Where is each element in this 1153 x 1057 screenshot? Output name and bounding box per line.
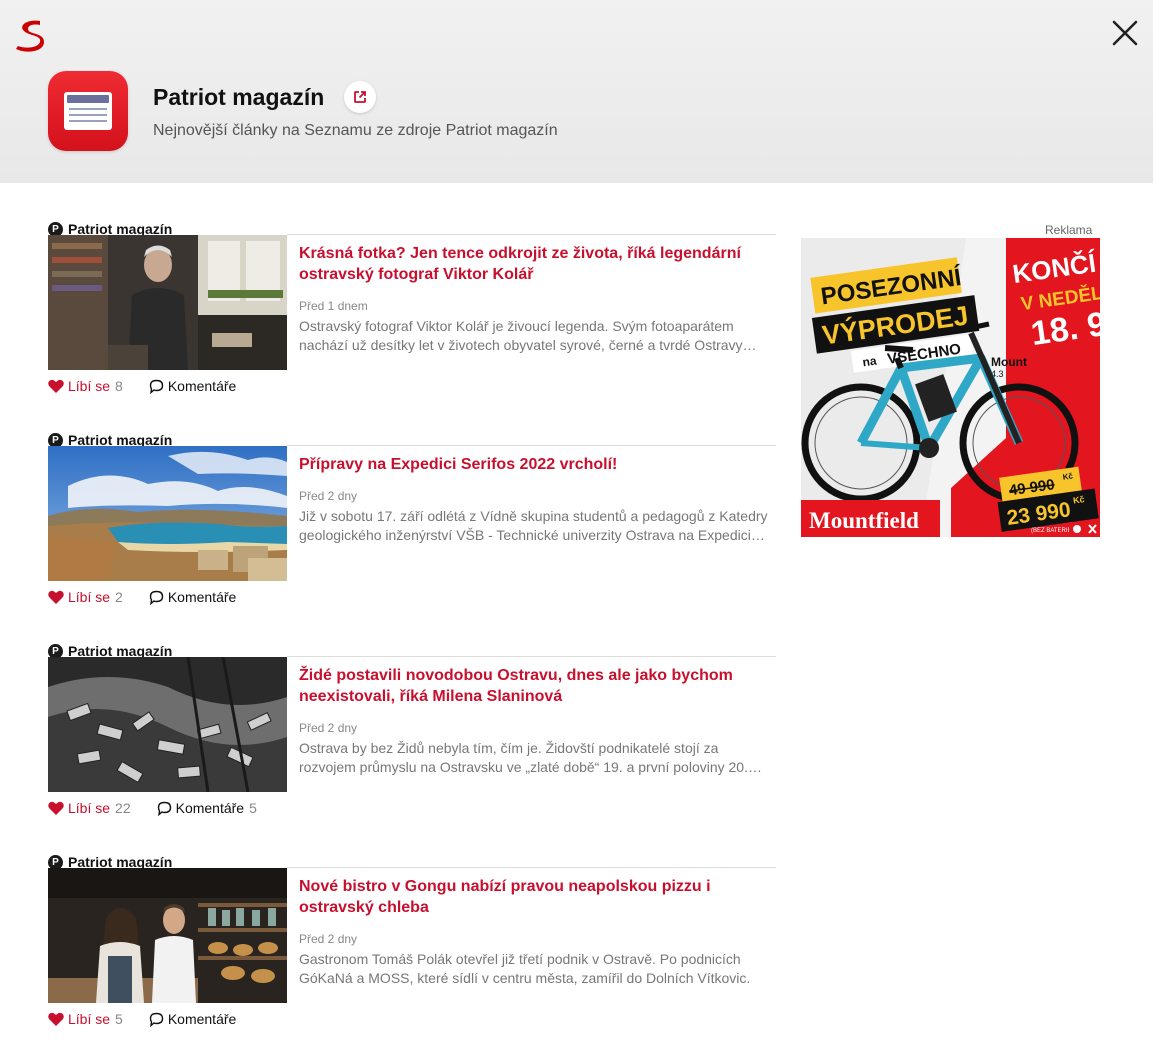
like-label: Líbí se <box>68 589 111 605</box>
article-title[interactable]: Židé postavili novodobou Ostravu, dnes a… <box>299 665 769 707</box>
article-card: P Patriot magazín Krásná fotka? Jen tenc… <box>48 221 776 411</box>
divider <box>287 656 776 657</box>
heart-icon <box>48 590 64 604</box>
ad-model: Mount <box>991 355 1027 369</box>
ad-na: na <box>862 353 878 369</box>
ad-note: (BEZ BATERIE) <box>1031 528 1074 534</box>
article-thumbnail[interactable] <box>48 868 287 1003</box>
like-label: Líbí se <box>68 378 111 394</box>
comment-icon <box>157 801 171 816</box>
divider <box>287 445 776 446</box>
comments-button[interactable]: Komentáře <box>149 378 241 394</box>
article-description[interactable]: Ostravský fotograf Viktor Kolář je živou… <box>299 317 771 355</box>
like-button[interactable]: Líbí se 2 <box>48 589 123 605</box>
ad-label: Reklama <box>1045 223 1093 237</box>
external-link-icon <box>354 91 366 103</box>
like-count: 2 <box>115 589 123 605</box>
like-label: Líbí se <box>68 800 111 816</box>
article-time: Před 2 dny <box>299 932 358 946</box>
like-count: 22 <box>115 800 131 816</box>
article-actions: Líbí se 22 Komentáře 5 <box>48 799 257 817</box>
article-time: Před 2 dny <box>299 721 358 735</box>
article-card: P Patriot magazín Nové bistro v Gongu na… <box>48 854 776 1044</box>
source-app-icon <box>48 71 128 151</box>
page-subtitle: Nejnovější články na Seznamu ze zdroje P… <box>153 122 558 139</box>
like-button[interactable]: Líbí se 22 <box>48 800 131 816</box>
article-thumbnail[interactable] <box>48 657 287 792</box>
comments-label: Komentáře <box>167 589 237 605</box>
seznam-logo-icon[interactable] <box>14 18 48 54</box>
article-description[interactable]: Gastronom Tomáš Polák otevřel již třetí … <box>299 950 771 988</box>
article-card: P Patriot magazín Židé postavili novodob <box>48 643 776 833</box>
ad-new-currency: Kč <box>1072 494 1085 506</box>
like-button[interactable]: Líbí se 8 <box>48 378 123 394</box>
comment-icon <box>149 1012 164 1027</box>
comment-icon <box>149 590 164 605</box>
like-count: 8 <box>115 378 123 394</box>
advertisement-banner[interactable]: POSEZONNÍ VÝPRODEJ na VŠECHNO KONČÍ V NE… <box>801 238 1100 537</box>
comments-button[interactable]: Komentáře 5 <box>157 800 257 816</box>
article-title[interactable]: Přípravy na Expedici Serifos 2022 vrchol… <box>299 454 769 475</box>
heart-icon <box>48 1012 64 1026</box>
page-title: Patriot magazín <box>153 84 325 110</box>
close-icon[interactable] <box>1108 16 1142 50</box>
article-actions: Líbí se 8 Komentáře <box>48 377 241 395</box>
divider <box>287 867 776 868</box>
like-button[interactable]: Líbí se 5 <box>48 1011 123 1027</box>
article-title[interactable]: Nové bistro v Gongu nabízí pravou neapol… <box>299 876 769 918</box>
heart-icon <box>48 379 64 393</box>
comments-label: Komentáře <box>167 378 237 394</box>
article-card: P Patriot magazín Přípravy na Expedici S… <box>48 432 776 622</box>
heart-icon <box>48 801 64 815</box>
comments-button[interactable]: Komentáře <box>149 1011 241 1027</box>
article-description[interactable]: Ostrava by bez Židů nebyla tím, čím je. … <box>299 739 771 777</box>
divider <box>287 234 776 235</box>
external-link-button[interactable] <box>344 81 376 113</box>
comments-label: Komentáře <box>167 1011 237 1027</box>
article-actions: Líbí se 5 Komentáře <box>48 1010 241 1028</box>
like-label: Líbí se <box>68 1011 111 1027</box>
source-header: Patriot magazín Nejnovější články na Sez… <box>0 0 1153 183</box>
article-thumbnail[interactable] <box>48 235 287 370</box>
comments-button[interactable]: Komentáře <box>149 589 241 605</box>
comments-count: 5 <box>249 800 257 816</box>
article-thumbnail[interactable] <box>48 446 287 581</box>
comment-icon <box>149 379 164 394</box>
article-description[interactable]: Již v sobotu 17. září odlétá z Vídně sku… <box>299 507 771 545</box>
article-title[interactable]: Krásná fotka? Jen tence odkrojit ze živo… <box>299 243 769 285</box>
article-time: Před 1 dnem <box>299 299 368 313</box>
article-time: Před 2 dny <box>299 489 358 503</box>
ad-brand: Mountfield <box>809 508 919 533</box>
article-actions: Líbí se 2 Komentáře <box>48 588 241 606</box>
ad-old-currency: Kč <box>1062 471 1074 481</box>
ad-close-icon[interactable] <box>1069 522 1100 537</box>
like-count: 5 <box>115 1011 123 1027</box>
comments-label: Komentáře <box>175 800 245 816</box>
